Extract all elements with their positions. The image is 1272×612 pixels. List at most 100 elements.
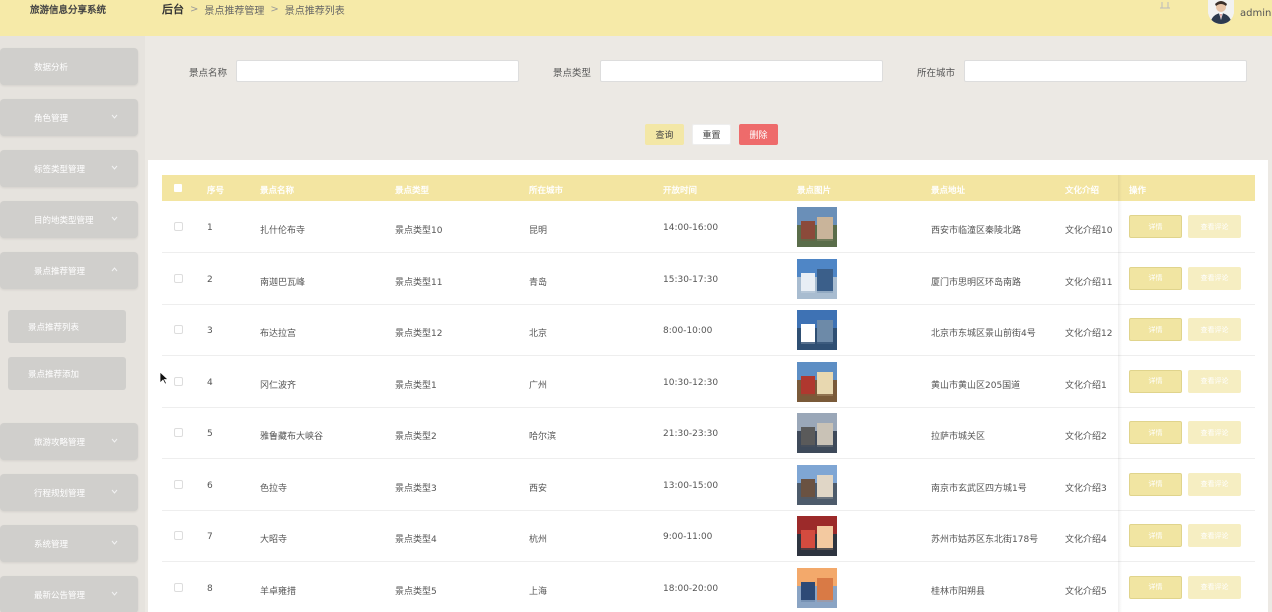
sidebar-item-itinerary[interactable]: 行程规划管理: [0, 474, 138, 511]
column-header: 景点图片: [797, 186, 832, 196]
column-header: 文化介绍: [1065, 186, 1100, 196]
select-all-checkbox[interactable]: [174, 184, 182, 192]
search-label-type: 景点类型: [553, 68, 592, 79]
bell-icon[interactable]: [1157, 0, 1173, 10]
cell-city: 哈尔滨: [529, 432, 557, 442]
sidebar-item-announcements[interactable]: 最新公告管理: [0, 576, 138, 612]
row-checkbox[interactable]: [174, 428, 183, 437]
cell-name: 冈仁波齐: [260, 380, 297, 391]
view-comments-button[interactable]: 查看评论: [1188, 472, 1241, 496]
cell-no: 6: [207, 480, 213, 491]
cell-type: 景点类型5: [395, 586, 437, 597]
column-header: 开放时间: [663, 186, 698, 196]
row-checkbox[interactable]: [174, 222, 183, 231]
row-checkbox[interactable]: [174, 582, 183, 592]
breadcrumb: 后台 > 景点推荐管理 > 景点推荐列表: [162, 1, 345, 17]
table-row: 3 布达拉宫 景点类型12 北京 8:00-10:00 北京市东城区景山前街4号 文化介绍1…: [162, 305, 1255, 356]
sidebar-item-label: 行程规划管理: [34, 488, 86, 499]
row-checkbox[interactable]: [174, 273, 183, 283]
table-row: 7 大昭寺 景点类型4 杭州 9:00-11:00 苏州市姑苏区东北街178号 文化介绍4 详…: [162, 511, 1255, 562]
fixed-column-shadow: [1118, 175, 1122, 612]
cell-city: 上海: [529, 586, 548, 597]
sidebar-subitem-label: 景点推荐添加: [28, 369, 80, 380]
detail-button[interactable]: 详情: [1129, 369, 1182, 393]
cell-no: 5: [207, 429, 213, 439]
cell-time: 9:00-11:00: [663, 532, 713, 542]
view-comments-button[interactable]: 查看评论: [1188, 215, 1241, 238]
cell-address: 厦门市思明区环岛南路: [931, 277, 1022, 288]
detail-button[interactable]: 详情: [1129, 318, 1182, 341]
sidebar-subitem-attraction-list[interactable]: 景点推荐列表: [8, 310, 126, 343]
detail-button[interactable]: 详情: [1129, 266, 1182, 290]
view-comments-button[interactable]: 查看评论: [1188, 266, 1241, 290]
cell-culture: 文化介绍2: [1065, 432, 1107, 442]
thumbnail-photo[interactable]: [797, 258, 837, 299]
reset-button[interactable]: 重置: [692, 124, 731, 145]
breadcrumb-item-current: 景点推荐列表: [284, 5, 345, 17]
cell-city: 昆明: [529, 226, 548, 236]
sidebar-subitem-attraction-add[interactable]: 景点推荐添加: [8, 357, 126, 390]
breadcrumb-item-section[interactable]: 景点推荐管理: [204, 2, 264, 17]
cell-culture: 文化介绍5: [1065, 586, 1107, 597]
sidebar-item-label: 系统管理: [34, 539, 69, 550]
sidebar-item-label: 旅游攻略管理: [34, 437, 86, 448]
cell-culture: 文化介绍10: [1065, 226, 1113, 236]
detail-button[interactable]: 详情: [1129, 472, 1182, 496]
cell-name: 羊卓雍措: [260, 586, 297, 597]
cell-culture: 文化介绍3: [1065, 483, 1107, 494]
detail-button[interactable]: 详情: [1129, 215, 1182, 238]
cell-address: 北京市东城区景山前街4号: [931, 329, 1036, 339]
sidebar-item-attractions[interactable]: 景点推荐管理: [0, 252, 138, 289]
sidebar-item-roles[interactable]: 角色管理: [0, 99, 138, 136]
breadcrumb-separator: >: [190, 3, 199, 15]
sidebar-item-tag-types[interactable]: 标签类型管理: [0, 150, 138, 187]
column-header: 所在城市: [529, 186, 564, 196]
delete-button[interactable]: 删除: [739, 124, 778, 145]
thumbnail-photo[interactable]: [797, 413, 837, 453]
thumbnail-photo[interactable]: [797, 361, 837, 402]
cell-type: 景点类型3: [395, 483, 437, 494]
detail-button[interactable]: 详情: [1129, 421, 1182, 444]
table-row: 6 色拉寺 景点类型3 西安 13:00-15:00 南京市玄武区四方城1号 文化介绍3 详情…: [162, 459, 1255, 511]
cell-culture: 文化介绍1: [1065, 380, 1107, 391]
cell-city: 北京: [529, 329, 548, 339]
view-comments-button[interactable]: 查看评论: [1188, 575, 1241, 599]
thumbnail-photo[interactable]: [797, 464, 837, 505]
thumbnail-photo[interactable]: [797, 567, 837, 608]
detail-button[interactable]: 详情: [1129, 524, 1182, 547]
cell-type: 景点类型12: [395, 329, 443, 339]
thumbnail-photo[interactable]: [797, 310, 837, 350]
username-label[interactable]: admin: [1240, 8, 1271, 19]
view-comments-button[interactable]: 查看评论: [1188, 524, 1241, 547]
table-row: 2 南迦巴瓦峰 景点类型11 青岛 15:30-17:30 厦门市思明区环岛南路 文化介绍1…: [162, 253, 1255, 305]
chevron-down-icon: [111, 540, 118, 545]
row-checkbox[interactable]: [174, 531, 183, 540]
sidebar-item-label: 景点推荐管理: [34, 266, 86, 277]
sidebar-item-travel-guides[interactable]: 旅游攻略管理: [0, 423, 138, 460]
sidebar-item-system[interactable]: 系统管理: [0, 525, 138, 562]
table-row: 1 扎什伦布寺 景点类型10 昆明 14:00-16:00 西安市临潼区秦陵北路 文化介绍1…: [162, 202, 1255, 253]
breadcrumb-separator: >: [270, 3, 279, 15]
query-button[interactable]: 查询: [645, 124, 684, 145]
row-checkbox[interactable]: [174, 325, 183, 334]
cell-name: 色拉寺: [260, 483, 288, 494]
detail-button[interactable]: 详情: [1129, 575, 1182, 599]
sidebar-item-destination-types[interactable]: 目的地类型管理: [0, 201, 138, 238]
thumbnail-photo[interactable]: [797, 516, 837, 556]
chevron-down-icon: [111, 114, 118, 119]
row-checkbox[interactable]: [174, 479, 183, 489]
view-comments-button[interactable]: 查看评论: [1188, 369, 1241, 393]
search-input-name[interactable]: [236, 60, 519, 82]
cell-no: 8: [207, 583, 213, 594]
view-comments-button[interactable]: 查看评论: [1188, 421, 1241, 444]
cell-address: 拉萨市城关区: [931, 432, 986, 442]
cell-address: 苏州市姑苏区东北街178号: [931, 535, 1039, 545]
view-comments-button[interactable]: 查看评论: [1188, 318, 1241, 341]
cell-city: 杭州: [529, 535, 548, 545]
search-input-type[interactable]: [600, 60, 883, 82]
thumbnail-photo[interactable]: [797, 207, 837, 247]
search-input-city[interactable]: [964, 60, 1247, 82]
breadcrumb-root[interactable]: 后台: [162, 1, 184, 17]
cell-time: 8:00-10:00: [663, 326, 713, 336]
row-checkbox[interactable]: [174, 376, 183, 386]
